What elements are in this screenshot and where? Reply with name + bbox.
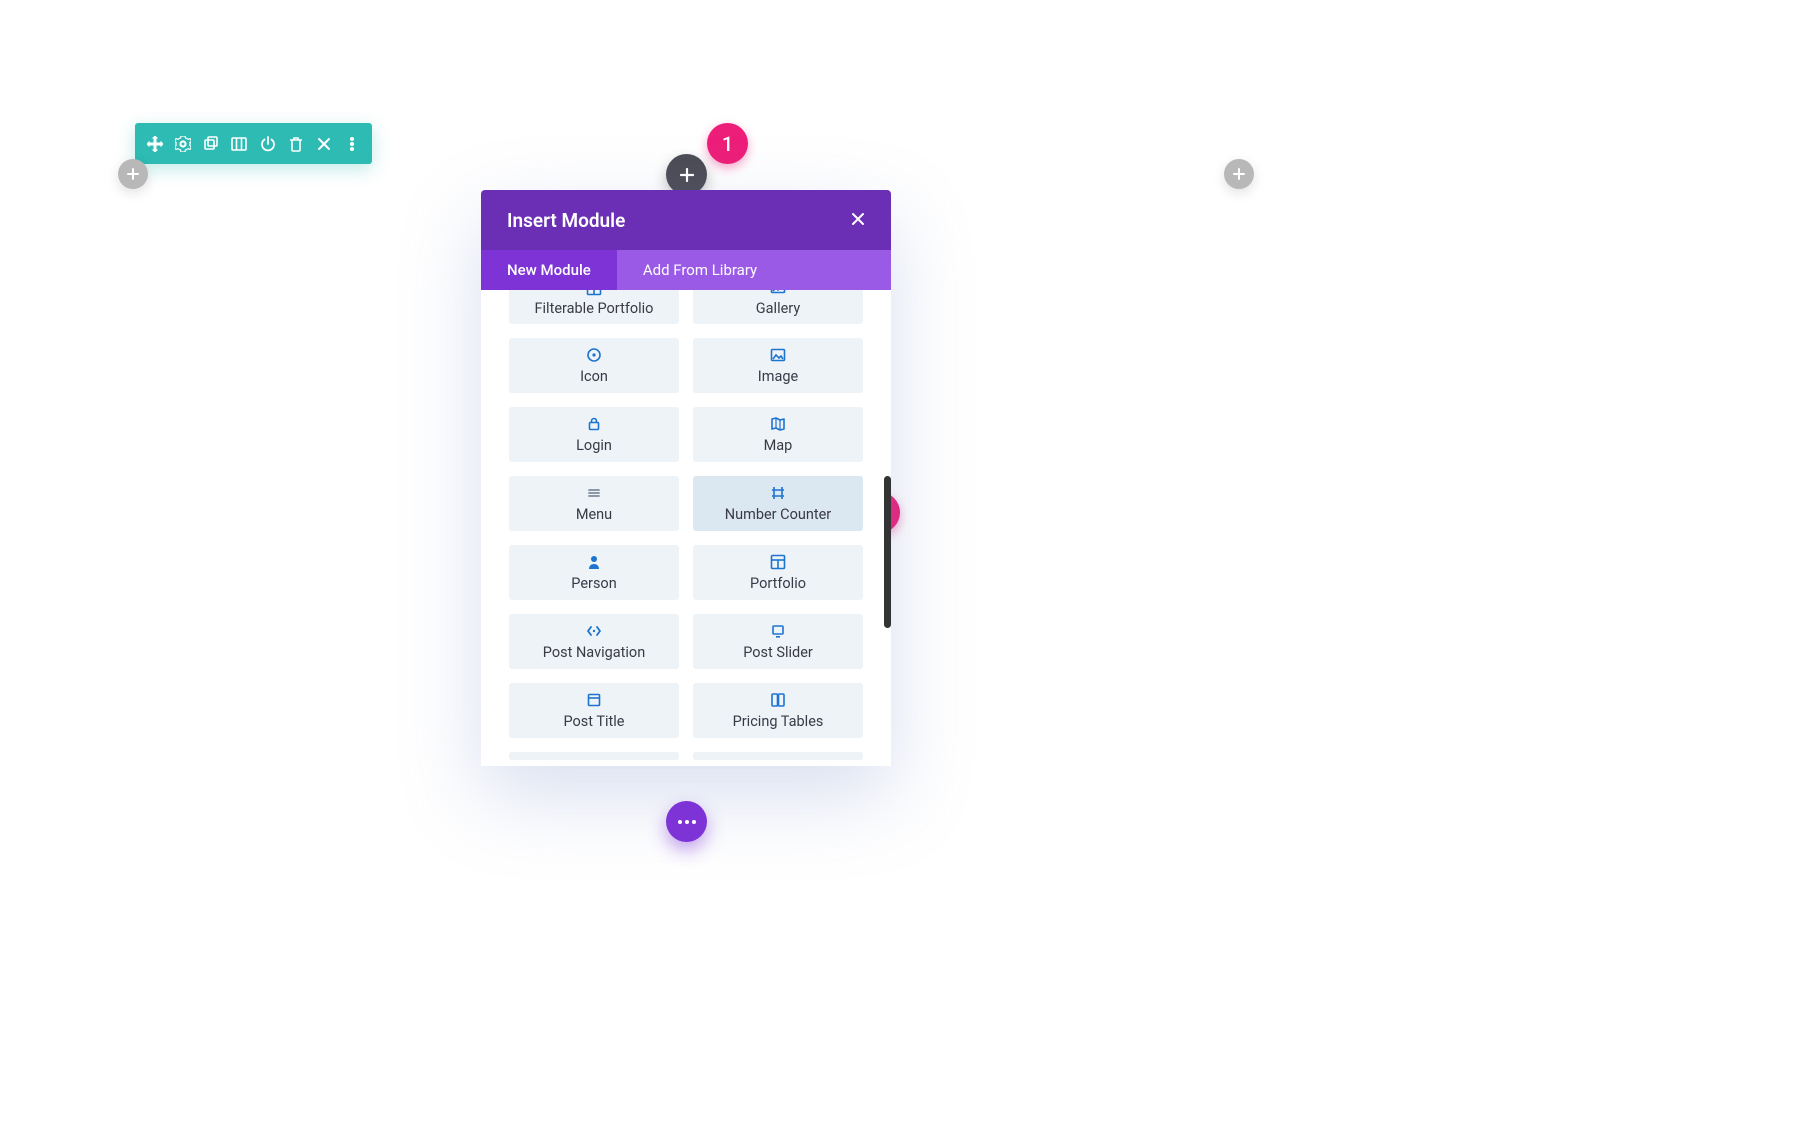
power-icon[interactable]: [258, 134, 278, 154]
login-icon: [585, 415, 603, 433]
module-post-slider[interactable]: Post Slider: [693, 614, 863, 669]
module-label: Login: [576, 437, 612, 454]
module-image[interactable]: Image: [693, 338, 863, 393]
module-label: Image: [758, 368, 798, 385]
columns-icon[interactable]: [229, 134, 249, 154]
module-label: Gallery: [756, 300, 800, 317]
menu-icon: [585, 484, 603, 502]
module-label: Menu: [576, 506, 612, 523]
module-login[interactable]: Login: [509, 407, 679, 462]
more-vertical-icon[interactable]: [342, 134, 362, 154]
modal-scrollbar[interactable]: [884, 476, 891, 628]
modal-tabs: New Module Add From Library: [481, 250, 891, 290]
module-partial-bottom-left[interactable]: [509, 752, 679, 760]
module-label: Icon: [580, 368, 608, 385]
add-section-right-button[interactable]: [1224, 159, 1254, 189]
close-toolbar-icon[interactable]: [314, 134, 334, 154]
module-filterable-portfolio[interactable]: Filterable Portfolio: [509, 290, 679, 324]
insert-module-modal: Insert Module New Module Add From Librar…: [481, 190, 891, 766]
add-module-button[interactable]: [666, 154, 707, 195]
module-label: Post Title: [563, 713, 624, 730]
tab-new-module[interactable]: New Module: [481, 250, 617, 290]
post-slider-icon: [769, 622, 787, 640]
trash-icon[interactable]: [286, 134, 306, 154]
section-toolbar: [135, 123, 372, 164]
duplicate-icon[interactable]: [201, 134, 221, 154]
filterable-portfolio-icon: [585, 290, 603, 296]
more-options-button[interactable]: [666, 801, 707, 842]
close-icon[interactable]: [851, 210, 865, 231]
modal-header: Insert Module: [481, 190, 891, 250]
module-grid: Filterable Portfolio Gallery Icon Image: [509, 290, 863, 760]
module-number-counter[interactable]: Number Counter: [693, 476, 863, 531]
module-label: Map: [764, 437, 793, 454]
module-menu[interactable]: Menu: [509, 476, 679, 531]
annotation-badge-1: 1: [707, 123, 748, 164]
module-portfolio[interactable]: Portfolio: [693, 545, 863, 600]
module-label: Pricing Tables: [733, 713, 824, 730]
portfolio-icon: [769, 553, 787, 571]
map-icon: [769, 415, 787, 433]
image-icon: [769, 346, 787, 364]
module-label: Person: [571, 575, 616, 592]
module-post-navigation[interactable]: Post Navigation: [509, 614, 679, 669]
module-icon[interactable]: Icon: [509, 338, 679, 393]
module-post-title[interactable]: Post Title: [509, 683, 679, 738]
module-partial-bottom-right[interactable]: [693, 752, 863, 760]
post-title-icon: [585, 691, 603, 709]
post-navigation-icon: [585, 622, 603, 640]
pricing-tables-icon: [769, 691, 787, 709]
module-person[interactable]: Person: [509, 545, 679, 600]
module-label: Post Navigation: [543, 644, 645, 661]
add-section-left-button[interactable]: [118, 159, 148, 189]
module-gallery[interactable]: Gallery: [693, 290, 863, 324]
modal-title: Insert Module: [507, 209, 625, 232]
module-label: Post Slider: [743, 644, 813, 661]
module-label: Filterable Portfolio: [535, 300, 654, 317]
modal-body: Filterable Portfolio Gallery Icon Image: [481, 290, 891, 766]
move-icon[interactable]: [145, 134, 165, 154]
module-label: Number Counter: [725, 506, 831, 523]
icon-icon: [585, 346, 603, 364]
number-counter-icon: [769, 484, 787, 502]
tab-add-from-library[interactable]: Add From Library: [617, 250, 783, 290]
gear-icon[interactable]: [173, 134, 193, 154]
gallery-icon: [769, 290, 787, 296]
module-pricing-tables[interactable]: Pricing Tables: [693, 683, 863, 738]
person-icon: [585, 553, 603, 571]
module-label: Portfolio: [750, 575, 806, 592]
module-map[interactable]: Map: [693, 407, 863, 462]
